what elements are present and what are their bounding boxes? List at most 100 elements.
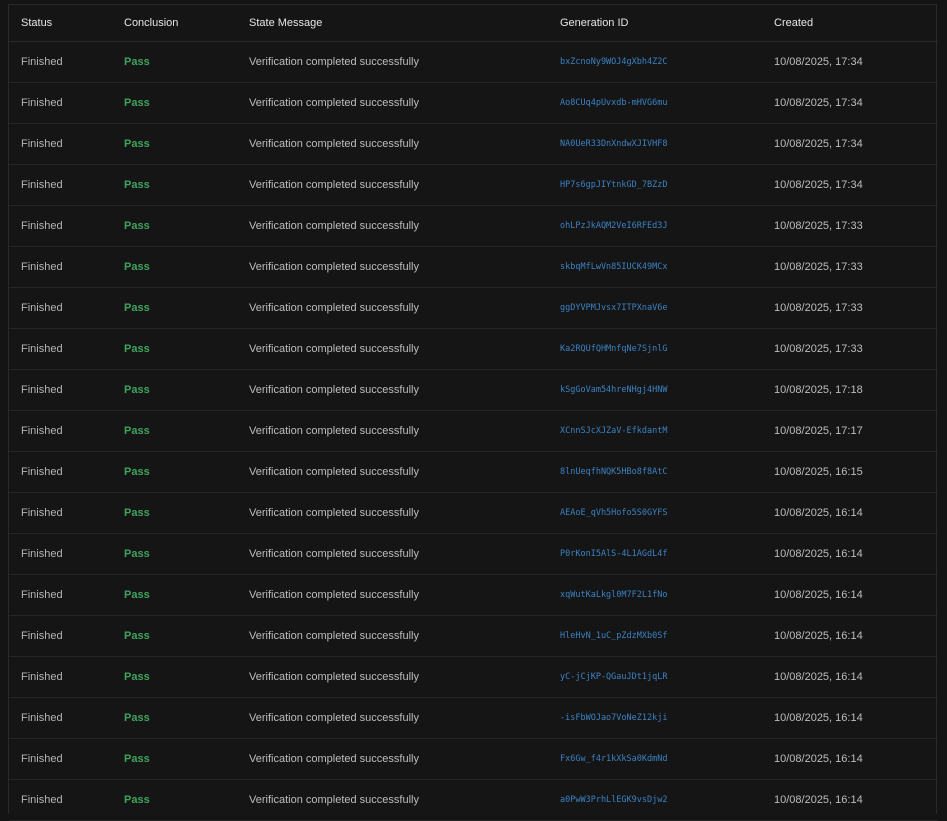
generation-id-link[interactable]: xqWutKaLkgl0M7F2L1fNo [548, 574, 762, 616]
state-message-cell: Verification completed successfully [237, 533, 548, 575]
header-generation-id: Generation ID [548, 5, 762, 42]
table-body: Finished Pass Verification completed succe… [9, 41, 938, 821]
conclusion-cell: Pass [112, 123, 237, 165]
generation-id-link[interactable]: bxZcnoNy9WOJ4gXbh4Z2C [548, 41, 762, 83]
conclusion-cell: Pass [112, 451, 237, 493]
table-row[interactable]: Finished Pass Verification completed succe… [9, 287, 938, 329]
created-cell: 10/08/2025, 17:33 [762, 205, 938, 247]
created-cell: 10/08/2025, 17:18 [762, 369, 938, 411]
table-row[interactable]: Finished Pass Verification completed succe… [9, 82, 938, 124]
header-state-message: State Message [237, 5, 548, 42]
header-conclusion: Conclusion [112, 5, 237, 42]
conclusion-cell: Pass [112, 492, 237, 534]
conclusion-cell: Pass [112, 615, 237, 657]
table-row[interactable]: Finished Pass Verification completed succe… [9, 697, 938, 739]
generation-id-link[interactable]: Fx6Gw_f4r1kXkSa0KdmNd [548, 738, 762, 780]
table-row[interactable]: Finished Pass Verification completed succe… [9, 738, 938, 780]
generation-id-link[interactable]: -isFbWOJao7VoNeZ12kji [548, 697, 762, 739]
conclusion-cell: Pass [112, 205, 237, 247]
created-cell: 10/08/2025, 16:14 [762, 779, 938, 821]
status-cell: Finished [9, 287, 112, 329]
state-message-cell: Verification completed successfully [237, 697, 548, 739]
status-cell: Finished [9, 697, 112, 739]
conclusion-cell: Pass [112, 246, 237, 288]
state-message-cell: Verification completed successfully [237, 82, 548, 124]
state-message-cell: Verification completed successfully [237, 287, 548, 329]
table-header: Status Conclusion State Message Generati… [9, 5, 938, 42]
conclusion-cell: Pass [112, 328, 237, 370]
created-cell: 10/08/2025, 17:33 [762, 246, 938, 288]
generation-id-link[interactable]: yC-jCjKP-QGauJDt1jqLR [548, 656, 762, 698]
created-cell: 10/08/2025, 17:33 [762, 328, 938, 370]
table-row[interactable]: Finished Pass Verification completed succe… [9, 164, 938, 206]
conclusion-cell: Pass [112, 164, 237, 206]
generation-id-link[interactable]: 8lnUeqfhNQK5HBo8f8AtC [548, 451, 762, 493]
status-cell: Finished [9, 451, 112, 493]
state-message-cell: Verification completed successfully [237, 123, 548, 165]
conclusion-cell: Pass [112, 410, 237, 452]
conclusion-cell: Pass [112, 779, 237, 821]
state-message-cell: Verification completed successfully [237, 615, 548, 657]
generation-id-link[interactable]: HleHvN_1uC_pZdzMXb0Sf [548, 615, 762, 657]
table-row[interactable]: Finished Pass Verification completed succe… [9, 492, 938, 534]
created-cell: 10/08/2025, 17:34 [762, 123, 938, 165]
created-cell: 10/08/2025, 16:14 [762, 574, 938, 616]
state-message-cell: Verification completed successfully [237, 164, 548, 206]
created-cell: 10/08/2025, 16:14 [762, 656, 938, 698]
generation-id-link[interactable]: NA0UeR33DnXndwXJIVHF8 [548, 123, 762, 165]
table-row[interactable]: Finished Pass Verification completed succe… [9, 779, 938, 821]
generation-id-link[interactable]: Ka2RQUfQHMnfqNe7SjnlG [548, 328, 762, 370]
verification-runs-table: Status Conclusion State Message Generati… [9, 5, 938, 821]
generation-id-link[interactable]: HP7s6gpJIYtnkGD_7BZzD [548, 164, 762, 206]
table-row[interactable]: Finished Pass Verification completed succe… [9, 41, 938, 83]
conclusion-cell: Pass [112, 738, 237, 780]
generation-id-link[interactable]: XCnnSJcXJZaV-EfkdantM [548, 410, 762, 452]
state-message-cell: Verification completed successfully [237, 205, 548, 247]
state-message-cell: Verification completed successfully [237, 779, 548, 821]
created-cell: 10/08/2025, 16:14 [762, 738, 938, 780]
table-row[interactable]: Finished Pass Verification completed succe… [9, 533, 938, 575]
status-cell: Finished [9, 328, 112, 370]
table-row[interactable]: Finished Pass Verification completed succe… [9, 574, 938, 616]
generation-id-link[interactable]: a0PwW3PrhLlEGK9vsDjw2 [548, 779, 762, 821]
generation-id-link[interactable]: P0rKonI5AlS-4L1AGdL4f [548, 533, 762, 575]
table-row[interactable]: Finished Pass Verification completed succe… [9, 328, 938, 370]
verification-runs-panel: Status Conclusion State Message Generati… [8, 4, 938, 821]
generation-id-link[interactable]: ggDYVPMJvsx7ITPXnaV6e [548, 287, 762, 329]
table-row[interactable]: Finished Pass Verification completed succe… [9, 246, 938, 288]
conclusion-cell: Pass [112, 574, 237, 616]
created-cell: 10/08/2025, 17:34 [762, 82, 938, 124]
state-message-cell: Verification completed successfully [237, 41, 548, 83]
created-cell: 10/08/2025, 17:17 [762, 410, 938, 452]
table-row[interactable]: Finished Pass Verification completed succe… [9, 123, 938, 165]
conclusion-cell: Pass [112, 82, 237, 124]
table-row[interactable]: Finished Pass Verification completed succe… [9, 451, 938, 493]
conclusion-cell: Pass [112, 41, 237, 83]
status-cell: Finished [9, 246, 112, 288]
generation-id-link[interactable]: kSgGoVam54hreNHgj4HNW [548, 369, 762, 411]
created-cell: 10/08/2025, 17:33 [762, 287, 938, 329]
status-cell: Finished [9, 779, 112, 821]
generation-id-link[interactable]: Ao8CUq4pUvxdb-mHVG6mu [548, 82, 762, 124]
table-row[interactable]: Finished Pass Verification completed succe… [9, 656, 938, 698]
table-header-row: Status Conclusion State Message Generati… [9, 5, 938, 42]
state-message-cell: Verification completed successfully [237, 451, 548, 493]
header-status: Status [9, 5, 112, 42]
state-message-cell: Verification completed successfully [237, 410, 548, 452]
state-message-cell: Verification completed successfully [237, 328, 548, 370]
status-cell: Finished [9, 656, 112, 698]
state-message-cell: Verification completed successfully [237, 246, 548, 288]
status-cell: Finished [9, 574, 112, 616]
table-row[interactable]: Finished Pass Verification completed succe… [9, 205, 938, 247]
created-cell: 10/08/2025, 17:34 [762, 164, 938, 206]
status-cell: Finished [9, 205, 112, 247]
generation-id-link[interactable]: AEAoE_qVh5Hofo5S0GYFS [548, 492, 762, 534]
table-row[interactable]: Finished Pass Verification completed succe… [9, 369, 938, 411]
created-cell: 10/08/2025, 16:15 [762, 451, 938, 493]
table-row[interactable]: Finished Pass Verification completed succe… [9, 410, 938, 452]
table-row[interactable]: Finished Pass Verification completed succe… [9, 615, 938, 657]
status-cell: Finished [9, 123, 112, 165]
conclusion-cell: Pass [112, 287, 237, 329]
generation-id-link[interactable]: skbqMfLwVn85IUCK49MCx [548, 246, 762, 288]
generation-id-link[interactable]: ohLPzJkAQM2VeI6RFEd3J [548, 205, 762, 247]
